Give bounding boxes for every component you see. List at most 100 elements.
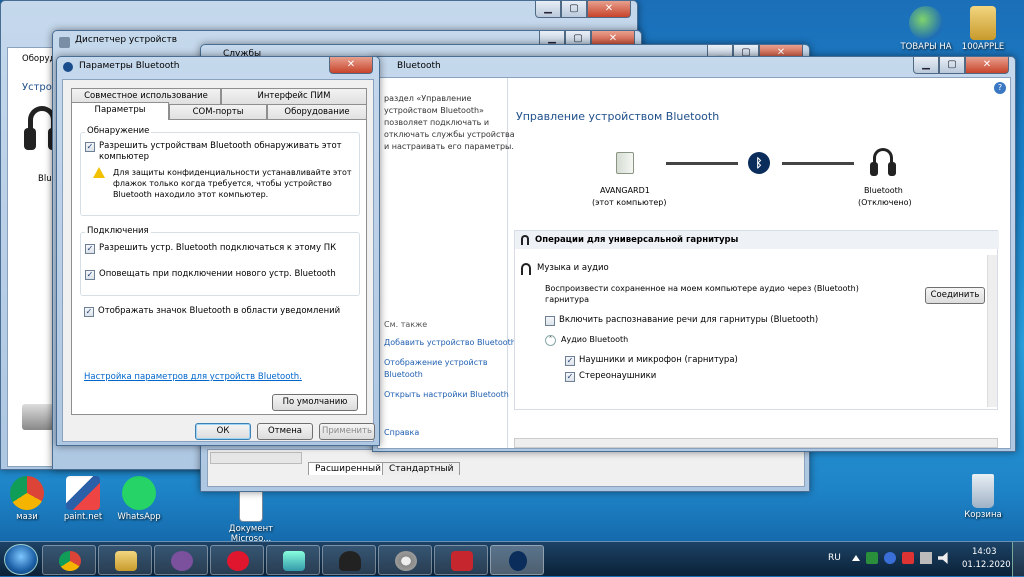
page-title: Управление устройством Bluetooth	[516, 110, 720, 123]
headset-icon	[521, 235, 529, 245]
tab-pim-interface[interactable]: Интерфейс ПИМ	[221, 88, 367, 104]
bluetooth-icon	[63, 62, 73, 72]
taskbar-chrome[interactable]	[42, 545, 96, 575]
minimize-button[interactable]: ▁	[913, 57, 939, 74]
privacy-warning: Для защиты конфиденциальности устанавлив…	[113, 168, 352, 199]
taskbar-toolbox[interactable]	[434, 545, 488, 575]
bluetooth-settings-dialog[interactable]: Параметры Bluetooth ✕ Совместное использ…	[56, 56, 380, 446]
restore-defaults-button[interactable]: По умолчанию	[272, 394, 358, 411]
taskbar-control-panel[interactable]	[266, 545, 320, 575]
tray-app-icon[interactable]	[866, 552, 878, 564]
show-devices-link[interactable]: Отображение устройств	[384, 358, 488, 367]
taskbar-services[interactable]	[378, 545, 432, 575]
start-button[interactable]	[4, 544, 38, 575]
notify-connect-checkbox[interactable]: ✓ Оповещать при подключении нового устр.…	[85, 269, 336, 280]
device-name: Bluetooth	[864, 186, 903, 195]
headset-option-checkbox[interactable]: ✓ Наушники и микрофон (гарнитура)	[565, 355, 738, 366]
clock-date[interactable]: 01.12.2020	[962, 560, 1011, 570]
whatsapp-icon	[122, 476, 156, 510]
checkmark-icon: ✓	[84, 307, 94, 317]
left-pane-text: и настраивать его параметры.	[384, 142, 514, 151]
close-button[interactable]: ✕	[329, 57, 373, 74]
paint-icon	[66, 476, 100, 510]
checkmark-icon: ✓	[85, 142, 95, 152]
group-label: Подключения	[85, 226, 151, 236]
show-desktop-button[interactable]	[1012, 542, 1024, 577]
printer-icon[interactable]	[22, 404, 56, 430]
dialog-title: Параметры Bluetooth	[79, 61, 180, 71]
clock-time[interactable]: 14:03	[972, 547, 997, 557]
apply-button[interactable]: Применить	[319, 423, 375, 440]
taskbar-devices[interactable]	[322, 545, 376, 575]
control-panel-icon	[283, 551, 305, 571]
headphones-icon	[870, 148, 896, 176]
show-devices-link-2[interactable]: Bluetooth	[384, 370, 423, 379]
maximize-button[interactable]: ▢	[561, 1, 587, 18]
folder-icon	[970, 6, 996, 40]
desktop-icon-recycle-bin[interactable]: Корзина	[948, 474, 1018, 520]
checkmark-icon: ✓	[85, 244, 95, 254]
desktop-icon-label: paint.net	[63, 512, 103, 522]
maximize-button[interactable]: ▢	[939, 57, 965, 74]
add-device-link[interactable]: Добавить устройство Bluetooth	[384, 338, 516, 347]
bluetooth-icon	[509, 551, 527, 571]
toolbox-icon	[451, 551, 473, 571]
tray-network-icon[interactable]	[884, 552, 896, 564]
stereo-option-checkbox[interactable]: ✓ Стереонаушники	[565, 371, 656, 382]
cancel-button[interactable]: Отмена	[257, 423, 313, 440]
close-button[interactable]: ✕	[965, 57, 1009, 74]
connection-line	[782, 162, 854, 165]
audio-group-label: Аудио Bluetooth	[561, 335, 629, 344]
window-caption-buttons: ▁ ▢ ✕	[913, 57, 1009, 74]
volume-icon[interactable]	[938, 552, 948, 564]
help-icon[interactable]: ?	[994, 82, 1006, 94]
horizontal-scrollbar[interactable]	[514, 438, 998, 448]
section-label: Устро	[22, 82, 52, 93]
bluetooth-window[interactable]: Bluetooth ▁ ▢ ✕ раздел «Управление устро…	[372, 56, 1016, 452]
tab-com-ports[interactable]: COM-порты	[169, 104, 267, 120]
desktop-icon-label: Корзина	[964, 510, 1002, 520]
tray-antivirus-icon[interactable]	[902, 552, 914, 564]
left-pane-text: устройством Bluetooth»	[384, 106, 484, 115]
open-settings-link[interactable]: Открыть настройки Bluetooth	[384, 390, 509, 399]
music-description: Воспроизвести сохраненное на моем компью…	[545, 284, 859, 304]
tab-hardware[interactable]: Оборудование	[267, 104, 367, 120]
close-button[interactable]: ✕	[587, 1, 631, 18]
desktop-icon-100apple[interactable]: 100APPLE	[948, 6, 1018, 52]
checkbox-label: Разрешить устройствам Bluetooth обнаружи…	[99, 141, 342, 162]
vertical-scrollbar[interactable]	[987, 255, 997, 407]
checkmark-icon: ✓	[565, 356, 575, 366]
speech-recognition-checkbox[interactable]: Включить распознавание речи для гарнитур…	[545, 315, 818, 326]
tab-panel: Обнаружение ✓ Разрешить устройствам Blue…	[71, 119, 367, 415]
globe-icon	[909, 6, 943, 40]
tab-standard[interactable]: Стандартный	[382, 462, 461, 475]
ok-button[interactable]: ОК	[195, 423, 251, 440]
tab-options[interactable]: Параметры	[71, 102, 169, 120]
tray-expand-icon[interactable]	[852, 555, 860, 561]
connect-button[interactable]: Соединить	[925, 287, 985, 304]
show-tray-icon-checkbox[interactable]: ✓ Отображать значок Bluetooth в области …	[84, 306, 340, 317]
desktop-icon-whatsapp[interactable]: WhatsApp	[104, 476, 174, 522]
minimize-button[interactable]: ▁	[535, 1, 561, 18]
allow-connect-checkbox[interactable]: ✓ Разрешить устр. Bluetooth подключаться…	[85, 243, 336, 254]
horizontal-scrollbar[interactable]	[210, 452, 302, 464]
tray-monitor-icon[interactable]	[920, 552, 932, 564]
section-headset-ops[interactable]: Операции для универсальной гарнитуры	[535, 235, 738, 245]
language-indicator[interactable]: RU	[828, 553, 841, 563]
taskbar-bluetooth[interactable]	[490, 545, 544, 575]
allow-discovery-checkbox[interactable]: ✓ Разрешить устройствам Bluetooth обнару…	[85, 141, 347, 163]
taskbar-explorer[interactable]	[98, 545, 152, 575]
desktop-icon-document[interactable]: Документ Microso...	[216, 488, 286, 544]
taskbar-opera[interactable]	[210, 545, 264, 575]
left-pane-text: раздел «Управление	[384, 94, 472, 103]
desktop-icon-label: мази	[16, 512, 38, 522]
taskbar-viber[interactable]	[154, 545, 208, 575]
chevron-up-icon[interactable]: ˆ	[545, 335, 556, 346]
help-link[interactable]: Справка	[384, 428, 419, 437]
group-label: Обнаружение	[85, 126, 152, 136]
device-settings-link[interactable]: Настройка параметров для устройств Bluet…	[84, 372, 302, 382]
checkmark-icon: ✓	[85, 270, 95, 280]
services-bottom: Расширенный Стандартный	[207, 449, 805, 487]
bluetooth-icon: ᛒ	[748, 152, 770, 174]
tab-extended[interactable]: Расширенный	[308, 462, 388, 475]
